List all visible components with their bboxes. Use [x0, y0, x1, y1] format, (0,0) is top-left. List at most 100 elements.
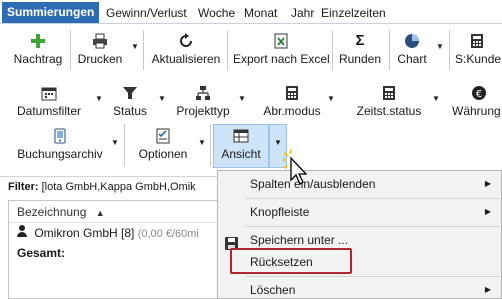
- zeitst-status-dropdown-icon[interactable]: ▼: [432, 94, 440, 103]
- status-label: Status: [112, 104, 148, 118]
- waehrung-label: Währung: [452, 104, 501, 118]
- menu-item-loeschen[interactable]: Löschen ▶: [218, 277, 501, 299]
- plus-icon: [30, 33, 46, 49]
- drucken-dropdown-icon[interactable]: ▼: [131, 42, 139, 51]
- aktualisieren-button[interactable]: Aktualisieren: [150, 33, 222, 66]
- ansicht-dropdown-icon: ▼: [274, 138, 282, 147]
- abr-modus-label: Abr.modus: [263, 104, 321, 118]
- separator: [332, 30, 333, 70]
- menu-item-label: Spalten ein/ausblenden: [250, 177, 376, 191]
- printer-icon: [92, 33, 108, 49]
- separator: [389, 30, 390, 70]
- menu-item-label: Knopfleiste: [250, 205, 310, 219]
- projekttyp-dropdown-icon[interactable]: ▼: [238, 94, 246, 103]
- ribbon: Nachtrag Drucken ▼ Aktualisieren Export …: [0, 24, 502, 174]
- s-kunde-button[interactable]: S:Kunde: [455, 33, 502, 66]
- menu-item-label: Speichern unter ...: [250, 233, 349, 247]
- abr-modus-button[interactable]: Abr.modus: [262, 85, 322, 118]
- menu-item-knopfleiste[interactable]: Knopfleiste ▶: [218, 199, 501, 225]
- person-icon: [17, 223, 27, 243]
- tab-einzelzeiten[interactable]: Einzelzeiten: [321, 3, 386, 23]
- calendar-icon: [41, 85, 57, 101]
- filter-label: Filter:: [8, 181, 39, 193]
- separator: [449, 30, 450, 70]
- chart-label: Chart: [397, 52, 427, 66]
- s-kunde-label: S:Kunde: [455, 52, 502, 66]
- datumsfilter-dropdown-icon[interactable]: ▼: [95, 94, 103, 103]
- project-tree-icon: [195, 85, 211, 101]
- calculator-icon: [469, 33, 485, 49]
- column-header-bezeichnung[interactable]: Bezeichnung ▲: [9, 201, 248, 223]
- menu-item-spalten[interactable]: Spalten ein/ausblenden ▶: [218, 171, 501, 197]
- table-row[interactable]: Omikron GmbH [8] (0,00 €/60mi: [9, 223, 248, 243]
- ruecksetzen-highlight-box: [230, 248, 352, 274]
- separator: [227, 30, 228, 70]
- abr-modus-dropdown-icon[interactable]: ▼: [327, 94, 335, 103]
- filter-value: [lota GmbH,Kappa GmbH,Omik: [41, 181, 196, 193]
- calculator-icon: [381, 85, 397, 101]
- drucken-button[interactable]: Drucken: [76, 33, 124, 66]
- nachtrag-button[interactable]: Nachtrag: [12, 33, 64, 66]
- total-label: Gesamt:: [17, 246, 66, 260]
- waehrung-button[interactable]: € Währung: [448, 85, 502, 118]
- svg-text:€: €: [476, 89, 482, 100]
- drucken-label: Drucken: [77, 52, 123, 66]
- sigma-icon: Σ: [355, 32, 365, 49]
- chart-dropdown-icon[interactable]: ▼: [436, 42, 444, 51]
- excel-icon: [273, 33, 289, 49]
- datumsfilter-label: Datumsfilter: [16, 104, 81, 118]
- zeitst-status-button[interactable]: Zeitst.status: [352, 85, 426, 118]
- sort-up-icon: ▲: [95, 208, 105, 218]
- zeitst-status-label: Zeitst.status: [356, 104, 422, 118]
- row-name: Omikron GmbH [8]: [34, 226, 135, 240]
- euro-icon: €: [471, 85, 487, 101]
- calculator-icon: [284, 85, 300, 101]
- export-excel-button[interactable]: Export nach Excel: [233, 33, 330, 66]
- datumsfilter-button[interactable]: Datumsfilter: [14, 85, 84, 118]
- separator: [143, 30, 144, 70]
- runden-label: Runden: [338, 52, 382, 66]
- status-dropdown-icon[interactable]: ▼: [158, 94, 166, 103]
- buchungsarchiv-dropdown-icon[interactable]: ▼: [111, 138, 119, 147]
- row-detail: (0,00 €/60mi: [137, 228, 199, 240]
- tab-woche[interactable]: Woche: [198, 3, 235, 23]
- optionen-button[interactable]: Optionen: [133, 128, 193, 161]
- pie-chart-icon: [404, 33, 420, 49]
- mouse-cursor-icon: [281, 148, 308, 191]
- menu-item-label: Löschen: [250, 283, 296, 297]
- nachtrag-label: Nachtrag: [13, 52, 63, 66]
- optionen-dropdown-icon[interactable]: ▼: [198, 138, 206, 147]
- tab-jahr[interactable]: Jahr: [291, 3, 314, 23]
- phone-archive-icon: [52, 128, 68, 144]
- submenu-arrow-icon: ▶: [484, 179, 491, 188]
- ansicht-inner: Ansicht: [214, 128, 268, 161]
- ansicht-context-menu: Spalten ein/ausblenden ▶ Knopfleiste ▶ S…: [217, 170, 502, 299]
- layout-grid-icon: [233, 128, 249, 144]
- tab-monat[interactable]: Monat: [244, 3, 277, 23]
- refresh-icon: [178, 33, 194, 49]
- submenu-arrow-icon: ▶: [484, 207, 491, 216]
- ansicht-label: Ansicht: [221, 147, 261, 161]
- buchungsarchiv-label: Buchungsarchiv: [17, 147, 103, 161]
- checklist-icon: [155, 128, 171, 144]
- aktualisieren-label: Aktualisieren: [151, 52, 221, 66]
- status-button[interactable]: Status: [110, 85, 150, 118]
- projekttyp-button[interactable]: Projekttyp: [174, 85, 232, 118]
- runden-button[interactable]: Σ Runden: [336, 32, 384, 67]
- submenu-arrow-icon: ▶: [484, 285, 491, 294]
- export-label: Export nach Excel: [233, 52, 330, 66]
- separator: [124, 124, 125, 166]
- separator: [210, 124, 211, 166]
- projekttyp-label: Projekttyp: [176, 104, 230, 118]
- ansicht-button[interactable]: Ansicht: [213, 124, 269, 168]
- column-header-label: Bezeichnung: [17, 205, 87, 219]
- total-row: Gesamt:: [9, 243, 248, 263]
- tab-gewinn-verlust[interactable]: Gewinn/Verlust: [106, 3, 187, 23]
- tab-summierungen[interactable]: Summierungen: [2, 2, 100, 23]
- filter-icon: [122, 85, 138, 101]
- buchungsarchiv-button[interactable]: Buchungsarchiv: [16, 128, 104, 161]
- summary-grid: Bezeichnung ▲ Omikron GmbH [8] (0,00 €/6…: [8, 200, 248, 299]
- ribbon-tabs: Summierungen Gewinn/Verlust Woche Monat …: [0, 0, 502, 24]
- optionen-label: Optionen: [138, 147, 188, 161]
- chart-button[interactable]: Chart: [394, 33, 430, 66]
